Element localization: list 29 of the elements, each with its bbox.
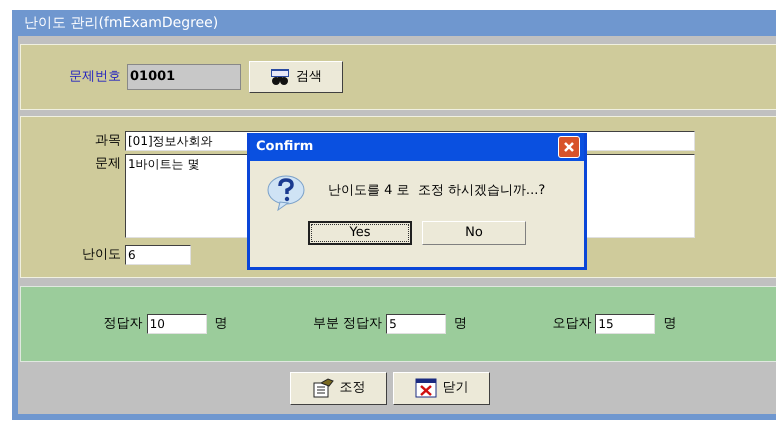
dialog-message: 난이도를 4 로 조정 하시겠습니까...? [328, 182, 546, 200]
field-label: 난이도 [81, 246, 122, 264]
close-button[interactable] [558, 136, 580, 158]
field-label: 오답자 [552, 315, 592, 334]
clipboard-icon [312, 378, 334, 398]
input-field[interactable]: 10 [146, 314, 207, 334]
window-title: 난이도 관리(fmExamDegree) [24, 14, 218, 32]
question-icon [266, 175, 306, 211]
field-label: 문제 [94, 155, 122, 173]
close-icon [563, 141, 575, 153]
field-label: 문제번호 [69, 68, 121, 86]
adjust-button[interactable]: 조정 [290, 372, 387, 404]
yes-button[interactable]: Yes [308, 221, 412, 245]
input-field[interactable]: 6 [125, 245, 191, 265]
no-button[interactable]: No [422, 221, 526, 245]
dialog-title: Confirm [256, 138, 314, 156]
unit-label: 명 [454, 315, 468, 334]
unit-label: 명 [214, 315, 228, 334]
field-label: 부분 정답자 [312, 315, 382, 334]
input-field[interactable]: 5 [386, 314, 446, 334]
search-button[interactable]: 검색 [249, 61, 343, 93]
binoculars-icon [270, 68, 290, 86]
close-window-icon [414, 378, 436, 398]
input-field[interactable]: 01001 [127, 64, 241, 90]
close-button[interactable]: 닫기 [393, 372, 490, 404]
unit-label: 명 [663, 315, 676, 334]
field-label: 정답자 [104, 315, 143, 334]
input-field[interactable]: 15 [595, 314, 656, 334]
field-label: 과목 [94, 132, 122, 150]
